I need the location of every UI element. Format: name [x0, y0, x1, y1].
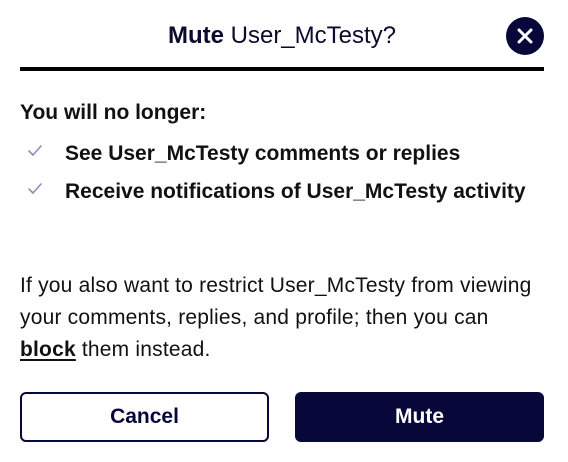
list-item-label: Receive notifications of User_McTesty ac…: [65, 180, 526, 203]
block-suggestion-after: them instead.: [75, 338, 211, 361]
header-divider: [20, 67, 544, 71]
block-suggestion-text: If you also want to restrict User_McTest…: [20, 270, 548, 366]
list-item: See User_McTesty comments or replies: [20, 138, 544, 170]
dialog-title-username: User_McTesty?: [223, 22, 397, 49]
dialog-actions: Cancel Mute: [20, 392, 544, 442]
cancel-button[interactable]: Cancel: [20, 392, 269, 442]
consequences-heading: You will no longer:: [20, 101, 207, 124]
mute-button[interactable]: Mute: [295, 392, 544, 442]
dialog-header: Mute User_McTesty?: [20, 0, 544, 70]
list-item-label: See User_McTesty comments or replies: [65, 142, 461, 165]
consequences-list: See User_McTesty comments or replies Rec…: [20, 138, 544, 208]
block-link[interactable]: block: [20, 338, 76, 361]
dialog-title: Mute User_McTesty?: [20, 20, 544, 52]
close-button[interactable]: [506, 17, 544, 55]
mute-dialog: Mute User_McTesty? You will no longer: S…: [0, 0, 568, 462]
dialog-body: You will no longer: See User_McTesty com…: [20, 98, 544, 214]
block-suggestion-before: If you also want to restrict User_McTest…: [20, 274, 532, 329]
check-icon: [28, 145, 42, 156]
check-icon: [28, 183, 42, 194]
dialog-title-action: Mute: [167, 22, 224, 49]
list-item: Receive notifications of User_McTesty ac…: [20, 176, 544, 208]
close-icon: [517, 28, 533, 44]
